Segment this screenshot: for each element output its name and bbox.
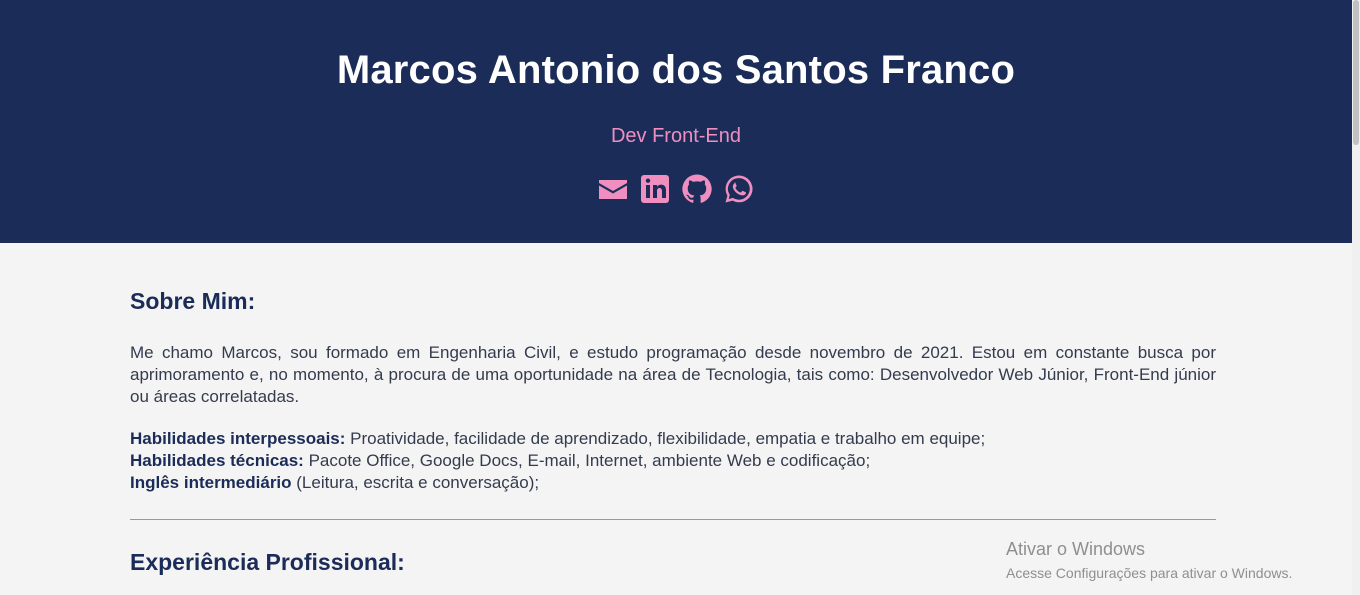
section-divider	[130, 519, 1216, 520]
envelope-icon	[599, 180, 627, 199]
email-link[interactable]	[597, 173, 629, 205]
skills-list: Habilidades interpessoais: Proatividade,…	[130, 428, 1216, 494]
about-title: Sobre Mim:	[130, 288, 256, 314]
github-link[interactable]	[681, 173, 713, 205]
watermark-subtitle: Acesse Configurações para ativar o Windo…	[1006, 565, 1293, 581]
profile-role: Dev Front-End	[610, 125, 742, 147]
skill-label: Habilidades interpessoais:	[130, 429, 346, 448]
social-links	[0, 173, 1352, 205]
skill-label: Habilidades técnicas:	[130, 451, 304, 470]
vertical-scrollbar[interactable]	[1352, 0, 1360, 595]
skill-item: Habilidades interpessoais: Proatividade,…	[130, 428, 1216, 450]
whatsapp-link[interactable]	[723, 173, 755, 205]
about-paragraph: Me chamo Marcos, sou formado em Engenhar…	[130, 343, 1216, 406]
skill-item: Habilidades técnicas: Pacote Office, Goo…	[130, 450, 1216, 472]
profile-header: Marcos Antonio dos Santos Franco Dev Fro…	[0, 0, 1352, 243]
whatsapp-icon	[725, 175, 753, 203]
skill-label: Inglês intermediário	[130, 473, 292, 492]
skill-text: Pacote Office, Google Docs, E-mail, Inte…	[303, 451, 871, 470]
skill-item: Inglês intermediário (Leitura, escrita e…	[130, 472, 1216, 494]
linkedin-icon	[641, 175, 669, 203]
watermark-title: Ativar o Windows	[1006, 539, 1146, 559]
experience-title: Experiência Profissional:	[130, 549, 405, 575]
skill-text: (Leitura, escrita e conversação);	[291, 473, 540, 492]
linkedin-link[interactable]	[639, 173, 671, 205]
profile-name: Marcos Antonio dos Santos Franco	[336, 48, 1016, 92]
scrollbar-thumb[interactable]	[1353, 0, 1359, 145]
windows-activation-watermark: Ativar o Windows Acesse Configurações pa…	[1006, 538, 1292, 583]
skill-text: Proatividade, facilidade de aprendizado,…	[345, 429, 986, 448]
github-icon	[682, 174, 712, 203]
